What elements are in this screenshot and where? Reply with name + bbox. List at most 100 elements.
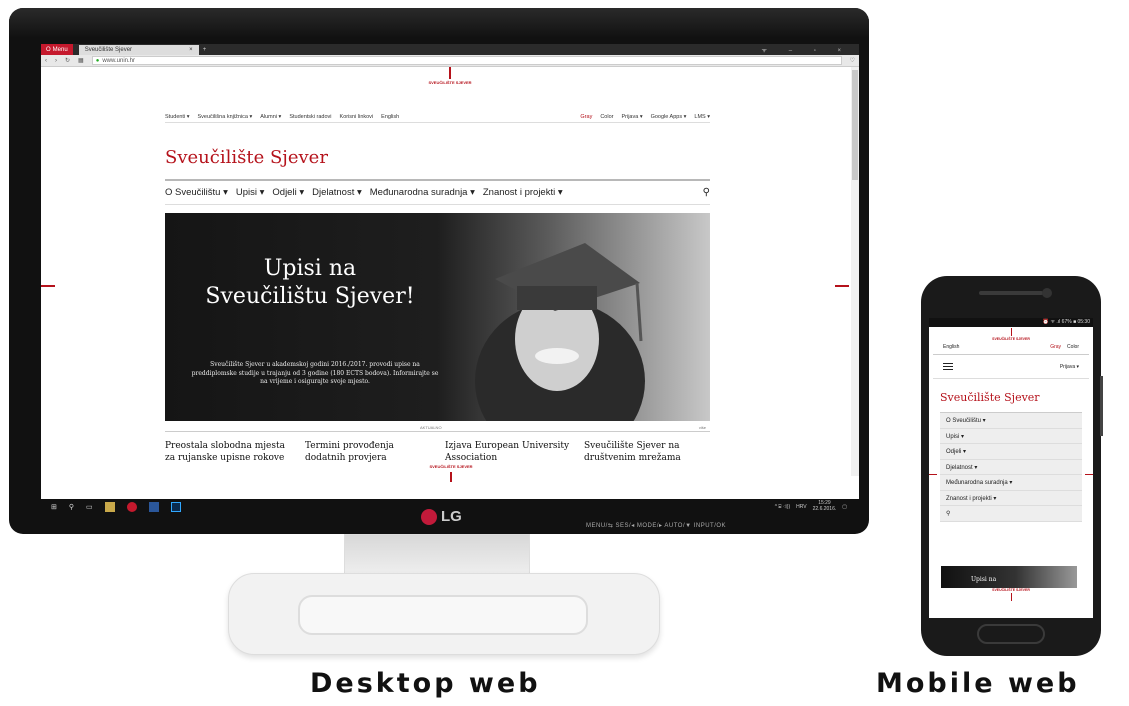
task-view-icon[interactable]: ▭ <box>86 503 93 511</box>
topnav-item-radovi[interactable]: Studentski radovi <box>289 114 331 120</box>
url-input[interactable]: ● www.unin.hr <box>91 56 842 65</box>
news-item[interactable]: Termini provođenja dodatnih provjera <box>305 441 435 464</box>
phone-logo[interactable]: SVEUČILIŠTE SJEVER <box>929 328 1093 341</box>
lg-brand-text: LG <box>441 508 462 525</box>
login-link[interactable]: Prijava ▾ <box>621 114 642 120</box>
window-controls[interactable]: ᯤ – ▫ × <box>762 46 859 54</box>
news-section-header: AKTUALNO više <box>165 424 710 432</box>
url-text: www.unin.hr <box>102 57 136 64</box>
right-marker <box>835 285 849 287</box>
browser-menu-button[interactable]: O Menu <box>41 44 73 55</box>
phone-menu-item[interactable]: Odjeli ▾ <box>940 444 1082 460</box>
google-apps-link[interactable]: Google Apps ▾ <box>651 114 687 120</box>
heart-icon[interactable]: ♡ <box>850 57 855 64</box>
smartphone: ⏰ ᯤ .ıl 67% ■ 05:30 SVEUČILIŠTE SJEVER E… <box>921 276 1103 656</box>
browser-tab-title: Sveučilište Sjever <box>84 47 133 53</box>
phone-search-icon[interactable]: ⚲ <box>940 506 1082 522</box>
topnav-item-knjiznica[interactable]: Sveučilišna knjižnica ▾ <box>197 114 252 120</box>
lg-logo: LG <box>421 508 462 525</box>
phone-english-link[interactable]: English <box>943 344 959 350</box>
monitor-bezel-top <box>9 8 869 38</box>
phone-menu-item[interactable]: Upisi ▾ <box>940 429 1082 445</box>
hero-title: Upisi na Sveučilištu Sjever! <box>205 256 415 310</box>
phone-menu-item[interactable]: Djelatnost ▾ <box>940 460 1082 476</box>
browser-menu-label: Menu <box>52 46 68 53</box>
search-icon[interactable]: ⚲ <box>703 187 710 198</box>
monitor-buttons: MENU/⇆ SES/◂ MODE/▸ AUTO/▼ INPUT/OK <box>586 523 727 529</box>
nav-item-djelatnost[interactable]: Djelatnost ▾ <box>312 187 362 198</box>
section-label: AKTUALNO <box>420 425 442 430</box>
phone-screen: ⏰ ᯤ .ıl 67% ■ 05:30 SVEUČILIŠTE SJEVER E… <box>929 318 1093 618</box>
tray-language[interactable]: HRV <box>796 504 806 510</box>
lms-link[interactable]: LMS ▾ <box>694 114 710 120</box>
top-navigation: Studenti ▾ Sveučilišna knjižnica ▾ Alumn… <box>165 111 710 123</box>
phone-menu-item[interactable]: O Sveučilištu ▾ <box>940 413 1082 429</box>
clock[interactable]: 15:29 22.6.2016. <box>812 500 837 512</box>
news-item[interactable]: Preostala slobodna mjesta za rujanske up… <box>165 441 295 464</box>
nav-item-znanost[interactable]: Znanost i projekti ▾ <box>483 187 563 198</box>
hamburger-menu-icon[interactable] <box>943 361 953 372</box>
phone-menu-item[interactable]: Međunarodna suradnja ▾ <box>940 475 1082 491</box>
phone-footer-logo[interactable]: SVEUČILIŠTE SJEVER <box>991 588 1031 602</box>
topnav-item-alumni[interactable]: Alumni ▾ <box>260 114 281 120</box>
lock-icon: ● <box>95 57 100 64</box>
topnav-item-linkovi[interactable]: Korisni linkovi <box>340 114 374 120</box>
phone-gray-link[interactable]: Gray <box>1050 344 1061 350</box>
notifications-icon[interactable]: ▢ <box>842 504 847 510</box>
browser-tab[interactable]: Sveučilište Sjever × <box>78 45 199 55</box>
reload-icon[interactable]: ↻ <box>65 57 70 64</box>
footer-logo[interactable]: SVEUČILIŠTE SJEVER <box>421 464 481 482</box>
phone-status-bar: ⏰ ᯤ .ıl 67% ■ 05:30 <box>929 318 1093 327</box>
graduate-photo <box>475 243 645 421</box>
browser-tab-bar: O Menu Sveučilište Sjever × + ᯤ – ▫ × <box>41 44 859 55</box>
forward-icon[interactable]: › <box>55 58 57 64</box>
phone-color-link[interactable]: Color <box>1067 344 1079 350</box>
monitor-stand-hole <box>298 595 588 635</box>
phone-second-row: Prijava ▾ <box>933 355 1089 380</box>
news-item[interactable]: Sveučilište Sjever na društvenim mrežama <box>584 441 714 464</box>
desktop-monitor: O Menu Sveučilište Sjever × + ᯤ – ▫ × ‹ … <box>9 8 869 534</box>
scrollbar-thumb[interactable] <box>852 70 858 180</box>
search-icon[interactable]: ⚲ <box>69 503 74 511</box>
close-icon[interactable]: × <box>189 47 193 53</box>
phone-hero-text: Upisi na <box>971 576 997 583</box>
phone-login-link[interactable]: Prijava ▾ <box>1060 364 1079 370</box>
logo-text: SVEUČILIŠTE SJEVER <box>428 80 472 85</box>
phone-footer-logo-text: SVEUČILIŠTE SJEVER <box>992 588 1030 592</box>
nav-item-o-sveucilistu[interactable]: O Sveučilištu ▾ <box>165 187 228 198</box>
nav-item-medunarodna[interactable]: Međunarodna suradnja ▾ <box>370 187 475 198</box>
more-link[interactable]: više <box>699 425 706 430</box>
topnav-item-studenti[interactable]: Studenti ▾ <box>165 114 189 120</box>
mobile-caption: Mobile web <box>876 668 1080 699</box>
new-tab-button[interactable]: + <box>203 47 207 53</box>
nav-item-upisi[interactable]: Upisi ▾ <box>236 187 265 198</box>
speed-dial-icon[interactable]: ▦ <box>78 57 84 64</box>
browser-address-bar: ‹ › ↻ ▦ ● www.unin.hr ♡ <box>41 55 859 67</box>
phone-hero-banner[interactable]: Upisi na <box>941 566 1077 588</box>
nav-item-odjeli[interactable]: Odjeli ▾ <box>272 187 304 198</box>
topnav-item-english[interactable]: English <box>381 114 399 120</box>
site-title[interactable]: Sveučilište Sjever <box>165 147 328 168</box>
tray-icons[interactable]: ^ ⌸ ◁)) <box>775 504 790 510</box>
phone-menu-item[interactable]: Znanost i projekti ▾ <box>940 491 1082 507</box>
word-icon[interactable] <box>148 501 159 512</box>
opera-icon: O <box>46 46 51 53</box>
university-logo[interactable]: SVEUČILIŠTE SJEVER <box>425 67 475 86</box>
desktop-caption: Desktop web <box>310 668 541 699</box>
clock-date: 22.6.2016. <box>812 505 837 512</box>
file-explorer-icon[interactable] <box>104 501 115 512</box>
photoshop-icon[interactable] <box>170 501 181 512</box>
web-page: SVEUČILIŠTE SJEVER Studenti ▾ Sveučilišn… <box>41 67 859 499</box>
opera-icon[interactable] <box>126 501 137 512</box>
phone-top-row: English Gray Color <box>933 341 1089 356</box>
gray-mode-link[interactable]: Gray <box>580 114 592 120</box>
news-item[interactable]: Izjava European University Association <box>445 441 575 464</box>
color-mode-link[interactable]: Color <box>600 114 613 120</box>
phone-speaker <box>979 291 1043 295</box>
back-icon[interactable]: ‹ <box>45 58 47 64</box>
hero-banner[interactable]: Upisi na Sveučilištu Sjever! Sveučilište… <box>165 213 710 421</box>
system-tray: ^ ⌸ ◁)) HRV 15:29 22.6.2016. ▢ <box>775 500 859 512</box>
phone-home-button[interactable] <box>977 624 1045 644</box>
windows-start-icon[interactable]: ⊞ <box>51 503 57 511</box>
phone-site-title[interactable]: Sveučilište Sjever <box>929 379 1093 412</box>
